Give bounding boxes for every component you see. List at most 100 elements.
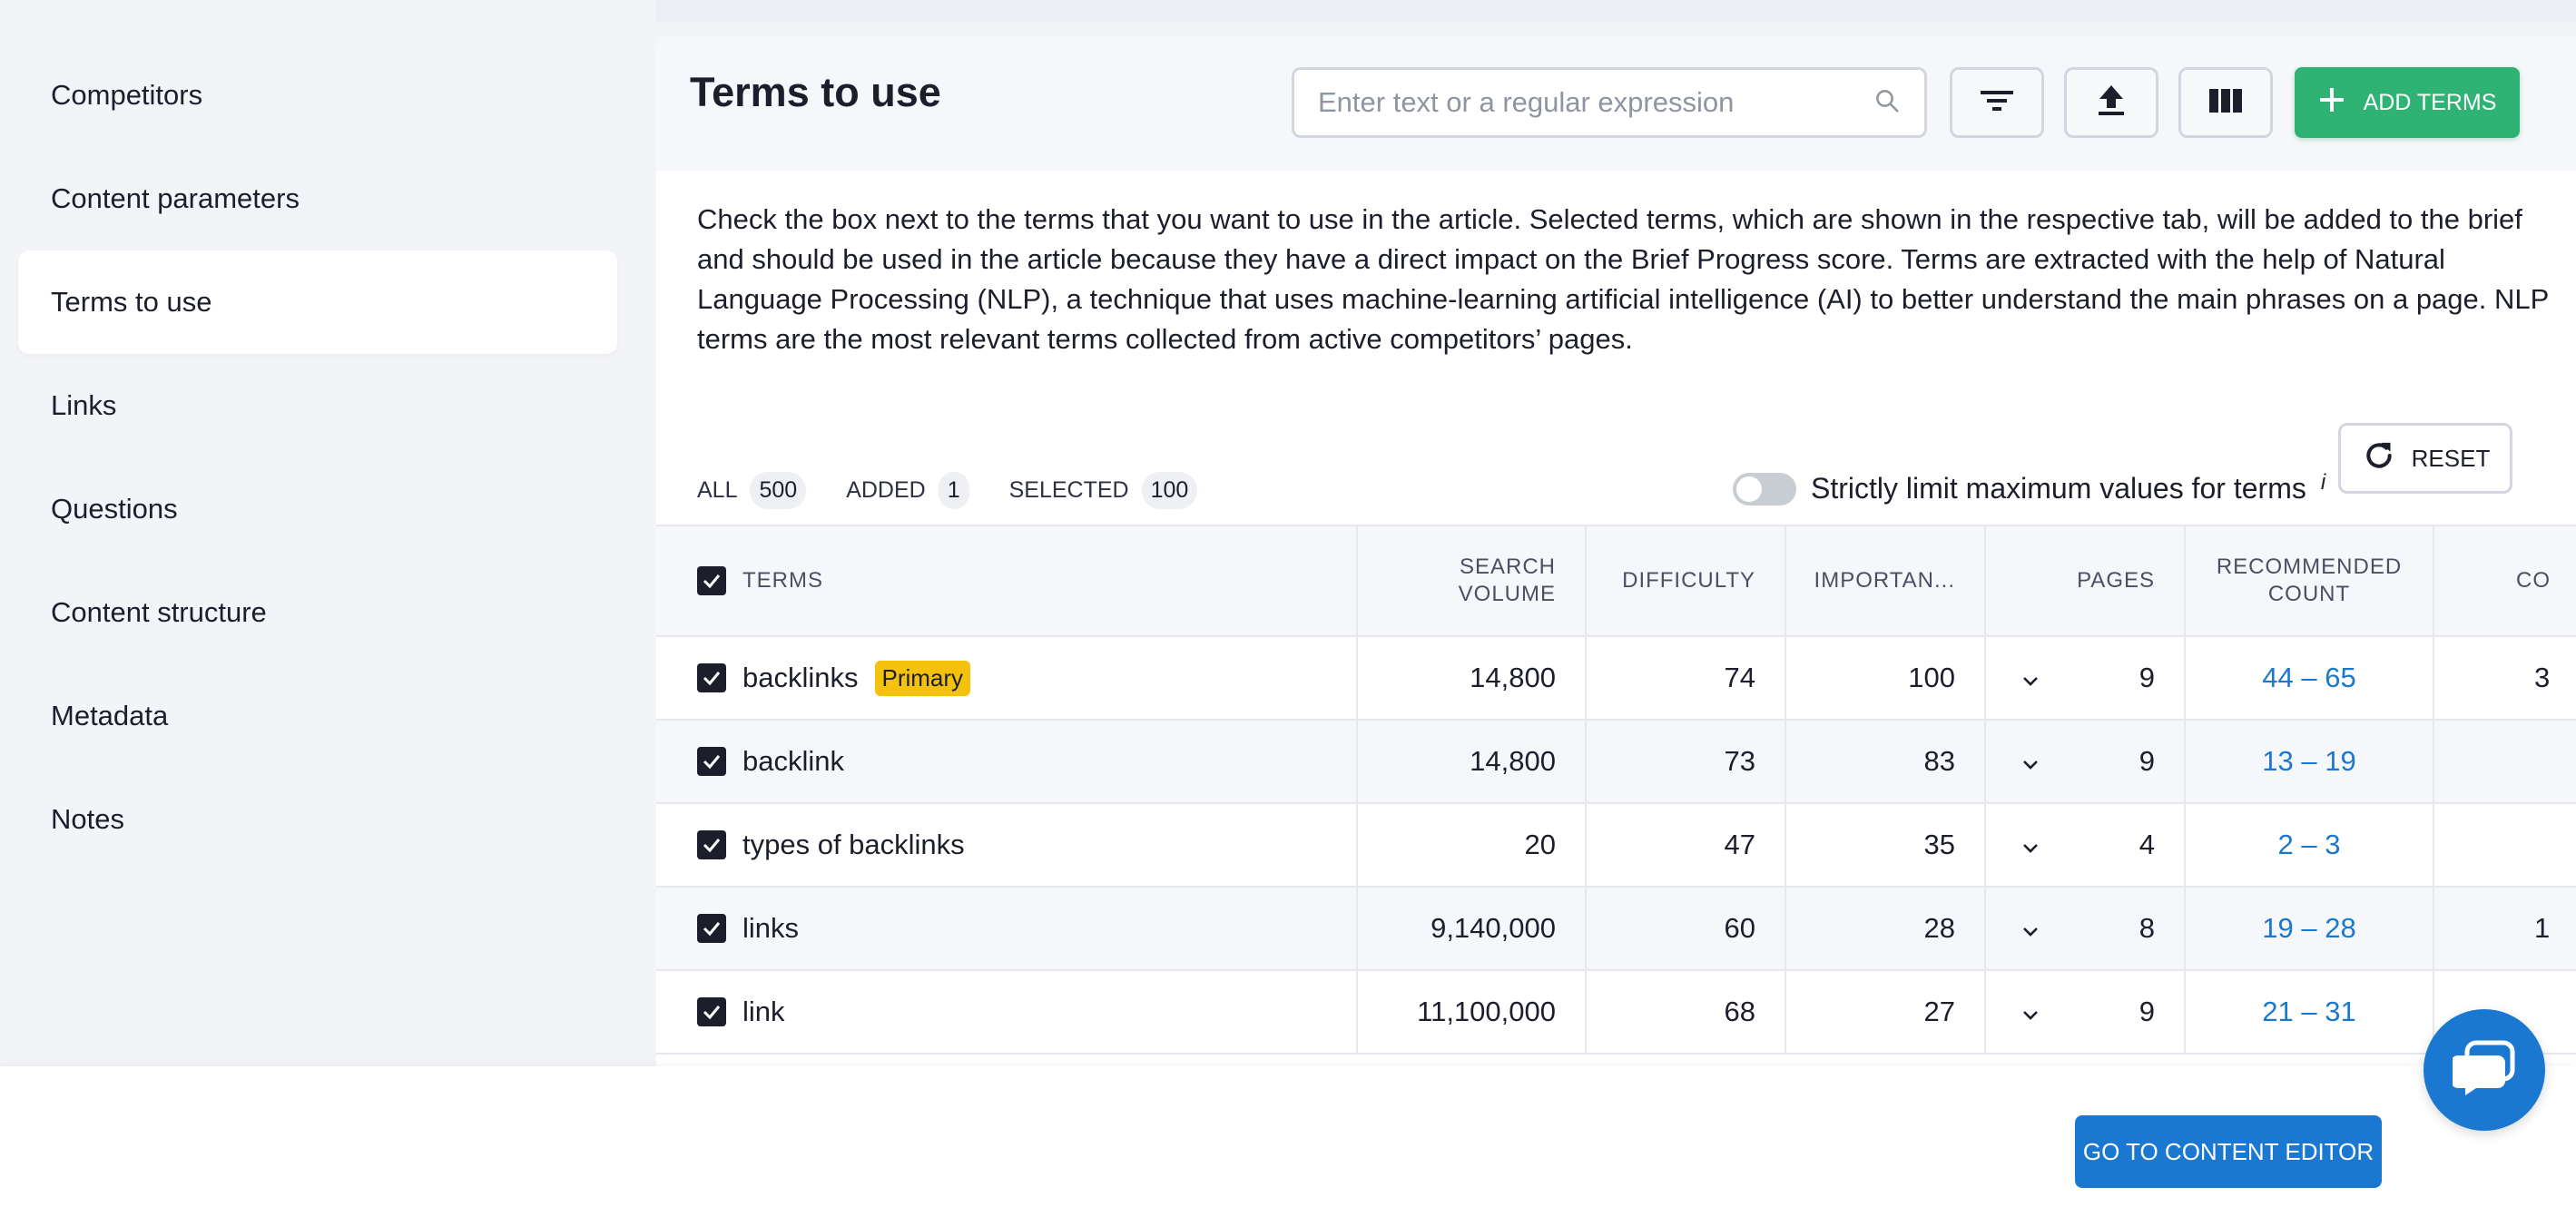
table-header: TERMS SEARCH VOLUME DIFFICULTY IMPORTAN..… (656, 525, 2576, 637)
term-label: types of backlinks (742, 829, 965, 860)
tab-selected[interactable]: SELECTED 100 (1009, 470, 1198, 510)
sidebar-item-metadata[interactable]: Metadata (18, 664, 617, 768)
term-checkbox[interactable] (697, 747, 726, 776)
tabs: ALL 500 ADDED 1 SELECTED 100 (697, 470, 1198, 510)
term-checkbox[interactable] (697, 663, 726, 692)
pages-cell: 9 (1986, 721, 2186, 802)
pages-value: 9 (2138, 745, 2155, 777)
go-to-content-editor-button[interactable]: GO TO CONTENT EDITOR (2075, 1115, 2382, 1188)
table-row: backlink 14,800 73 83 9 13 – 19 (656, 721, 2576, 804)
th-terms[interactable]: TERMS (656, 526, 1358, 635)
tab-label: ALL (697, 476, 738, 503)
add-terms-label: ADD TERMS (2363, 89, 2497, 115)
difficulty-cell: 47 (1587, 804, 1786, 886)
term-label: backlinks (742, 662, 859, 693)
recommended-count-cell[interactable]: 13 – 19 (2186, 721, 2434, 802)
tab-count: 100 (1141, 471, 1198, 509)
tab-all[interactable]: ALL 500 (697, 470, 807, 510)
th-count-clipped[interactable]: CO (2434, 526, 2576, 635)
expand-chevron-icon[interactable] (2022, 912, 2039, 945)
th-search-volume[interactable]: SEARCH VOLUME (1358, 526, 1587, 635)
sidebar-item-terms-to-use[interactable]: Terms to use (18, 250, 617, 354)
th-pages[interactable]: PAGES (1986, 526, 2186, 635)
recommended-count-cell[interactable]: 21 – 31 (2186, 971, 2434, 1053)
th-recommended-line2: COUNT (2267, 582, 2351, 606)
search-icon[interactable] (1873, 87, 1901, 119)
expand-chevron-icon[interactable] (2022, 662, 2039, 694)
plus-icon (2318, 86, 2345, 120)
importance-cell: 83 (1786, 721, 1986, 802)
tab-label: SELECTED (1008, 476, 1129, 503)
term-checkbox[interactable] (697, 997, 726, 1026)
select-all-checkbox[interactable] (697, 566, 726, 595)
terms-table: TERMS SEARCH VOLUME DIFFICULTY IMPORTAN..… (656, 525, 2576, 1055)
th-terms-label: TERMS (742, 568, 823, 593)
term-cell: backlink (656, 721, 1358, 802)
search-input[interactable] (1318, 86, 1873, 119)
count-cell-clipped (2434, 721, 2576, 802)
card-header: Terms to use ADD TERMS (656, 36, 2576, 171)
difficulty-cell: 73 (1587, 721, 1786, 802)
th-importance[interactable]: IMPORTAN... (1786, 526, 1986, 635)
strict-limit-control: Strictly limit maximum values for terms … (1733, 470, 2325, 505)
sidebar-item-notes[interactable]: Notes (18, 768, 617, 871)
sidebar-item-links[interactable]: Links (18, 354, 617, 457)
importance-cell: 28 (1786, 888, 1986, 969)
top-strip (656, 0, 2576, 22)
search-volume-cell: 14,800 (1358, 721, 1587, 802)
count-cell-clipped (2434, 804, 2576, 886)
tab-count: 500 (750, 471, 807, 509)
search-volume-cell: 14,800 (1358, 637, 1587, 719)
tab-label: ADDED (846, 476, 926, 503)
expand-chevron-icon[interactable] (2022, 745, 2039, 778)
upload-icon (2096, 83, 2127, 123)
sidebar-item-questions[interactable]: Questions (18, 457, 617, 561)
tab-added[interactable]: ADDED 1 (846, 470, 969, 510)
sidebar-item-content-structure[interactable]: Content structure (18, 561, 617, 664)
term-cell: types of backlinks (656, 804, 1358, 886)
recommended-count-cell[interactable]: 44 – 65 (2186, 637, 2434, 719)
term-checkbox[interactable] (697, 914, 726, 943)
importance-cell: 35 (1786, 804, 1986, 886)
pages-value: 9 (2138, 996, 2155, 1027)
term-label: links (742, 912, 800, 944)
primary-badge: Primary (874, 660, 971, 696)
reset-label: RESET (2411, 444, 2491, 472)
columns-button[interactable] (2178, 67, 2273, 138)
strict-limit-label: Strictly limit maximum values for terms (1811, 472, 2306, 505)
reset-button[interactable]: RESET (2338, 423, 2512, 494)
term-cell: links (656, 888, 1358, 969)
recommended-count-cell[interactable]: 19 – 28 (2186, 888, 2434, 969)
th-recommended-count[interactable]: RECOMMENDED COUNT (2186, 526, 2434, 635)
columns-icon (2208, 87, 2243, 119)
term-checkbox[interactable] (697, 830, 726, 859)
term-cell: backlinks Primary (656, 637, 1358, 719)
expand-chevron-icon[interactable] (2022, 996, 2039, 1028)
pages-cell: 9 (1986, 971, 2186, 1053)
export-button[interactable] (2064, 67, 2158, 138)
expand-chevron-icon[interactable] (2022, 829, 2039, 861)
add-terms-button[interactable]: ADD TERMS (2295, 67, 2520, 138)
term-label: link (742, 996, 785, 1027)
filter-button[interactable] (1950, 67, 2044, 138)
search-volume-cell: 9,140,000 (1358, 888, 1587, 969)
table-row: backlinks Primary 14,800 74 100 9 44 – 6… (656, 637, 2576, 721)
th-difficulty[interactable]: DIFFICULTY (1587, 526, 1786, 635)
chat-support-button[interactable] (2424, 1009, 2545, 1131)
table-row: links 9,140,000 60 28 8 19 – 28 1 (656, 888, 2576, 971)
strict-limit-toggle[interactable] (1733, 472, 1796, 505)
term-label: backlink (742, 745, 844, 777)
importance-cell: 27 (1786, 971, 1986, 1053)
chat-bubble-icon (2451, 1039, 2516, 1102)
count-cell-clipped: 3 (2534, 662, 2551, 693)
recommended-count-cell[interactable]: 2 – 3 (2186, 804, 2434, 886)
th-search-volume-line2: VOLUME (1458, 582, 1556, 606)
info-icon[interactable]: i (2321, 470, 2325, 496)
difficulty-cell: 60 (1587, 888, 1786, 969)
th-recommended-line1: RECOMMENDED (2216, 554, 2403, 579)
description-text: Check the box next to the terms that you… (697, 203, 2549, 355)
sidebar-item-competitors[interactable]: Competitors (18, 44, 617, 147)
search-box (1292, 67, 1927, 138)
th-search-volume-line1: SEARCH (1459, 554, 1556, 579)
sidebar-item-content-parameters[interactable]: Content parameters (18, 147, 617, 250)
